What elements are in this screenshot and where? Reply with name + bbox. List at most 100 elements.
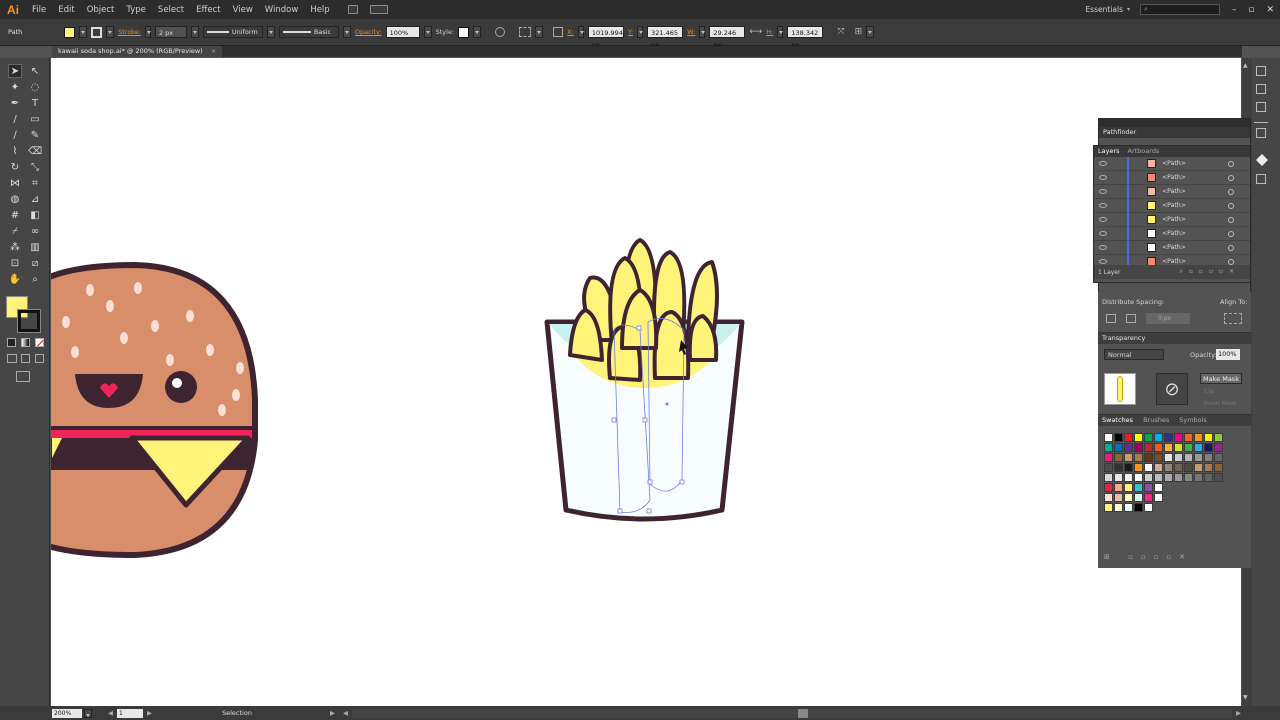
clip-checkbox[interactable]: Clip [1204, 389, 1214, 395]
y-field[interactable]: 321.465 px [647, 26, 684, 49]
color-swatch[interactable] [1214, 433, 1223, 442]
color-swatch[interactable] [1204, 453, 1213, 462]
menu-select[interactable]: Select [152, 5, 190, 15]
color-swatch[interactable] [1214, 473, 1223, 482]
blend-mode-select[interactable]: Normal [1104, 349, 1164, 360]
invert-mask-checkbox[interactable]: Invert Mask [1204, 401, 1236, 407]
color-swatch[interactable] [1134, 453, 1143, 462]
eraser-tool-icon[interactable]: ⌫ [28, 144, 42, 158]
color-swatch[interactable] [1144, 443, 1153, 452]
color-swatch[interactable] [1204, 433, 1213, 442]
color-swatch[interactable] [1144, 493, 1153, 502]
color-swatch[interactable] [1124, 473, 1133, 482]
tab-brushes[interactable]: Brushes [1143, 415, 1169, 426]
color-swatch[interactable] [1204, 463, 1213, 472]
w-field[interactable]: 29.246 px [709, 26, 746, 49]
selection-tool-icon[interactable]: ➤ [8, 64, 22, 78]
bridge-icon[interactable] [347, 5, 358, 14]
scroll-right-icon[interactable]: ▶ [1236, 709, 1241, 717]
zoom-field[interactable]: 200% [52, 708, 82, 718]
color-swatch[interactable] [1114, 453, 1123, 462]
color-swatch[interactable] [1154, 493, 1163, 502]
color-swatch[interactable] [1134, 443, 1143, 452]
previous-artboard-icon[interactable]: ◀ [108, 709, 113, 717]
color-swatch[interactable] [1204, 473, 1213, 482]
color-swatch[interactable] [1214, 453, 1223, 462]
color-swatch[interactable] [1104, 463, 1113, 472]
stroke-dropdown[interactable] [106, 26, 114, 38]
layer-row[interactable]: <Path> [1094, 241, 1250, 255]
menu-effect[interactable]: Effect [190, 5, 226, 15]
color-swatch[interactable] [1154, 463, 1163, 472]
hand-tool-icon[interactable]: ✋ [8, 272, 22, 286]
arrange-documents-icon[interactable] [369, 5, 388, 14]
mesh-tool-icon[interactable]: # [8, 208, 22, 222]
color-swatch[interactable] [1114, 483, 1123, 492]
width-tool-icon[interactable]: ⋈ [8, 176, 22, 190]
visibility-eye-icon[interactable] [1099, 203, 1107, 208]
artboard-tool-icon[interactable]: ⊡ [8, 256, 22, 270]
slice-tool-icon[interactable]: ⧄ [28, 256, 42, 270]
color-swatch[interactable] [1184, 453, 1193, 462]
scale-tool-icon[interactable]: ⤡ [28, 160, 42, 174]
color-swatch[interactable] [1144, 453, 1153, 462]
color-swatch[interactable] [1174, 463, 1183, 472]
color-swatch[interactable] [1124, 443, 1133, 452]
color-swatch[interactable] [1144, 503, 1153, 512]
color-swatch[interactable] [1124, 453, 1133, 462]
color-swatch[interactable] [1104, 503, 1113, 512]
color-swatch[interactable] [1114, 473, 1123, 482]
panel-menu-dropdown[interactable] [866, 26, 875, 38]
pencil-tool-icon[interactable]: ✎ [28, 128, 42, 142]
none-mode-icon[interactable] [35, 338, 44, 347]
target-icon[interactable] [1228, 160, 1234, 167]
menu-type[interactable]: Type [120, 5, 152, 15]
free-transform-tool-icon[interactable]: ⌗ [28, 176, 42, 190]
color-swatch[interactable] [1114, 503, 1123, 512]
column-graph-tool-icon[interactable]: ▥ [28, 240, 42, 254]
paintbrush-tool-icon[interactable]: ∕ [8, 128, 22, 142]
opacity-field[interactable]: 100% [385, 26, 420, 38]
visibility-eye-icon[interactable] [1099, 231, 1107, 236]
style-dropdown[interactable] [473, 26, 482, 38]
color-swatch[interactable] [1134, 433, 1143, 442]
color-swatch[interactable] [1154, 483, 1163, 492]
visibility-eye-icon[interactable] [1099, 245, 1107, 250]
menu-object[interactable]: Object [81, 5, 121, 15]
color-panel-icon[interactable] [1256, 66, 1266, 76]
fill-dropdown[interactable] [79, 26, 87, 38]
align-dropdown[interactable] [535, 26, 544, 38]
layer-row[interactable]: <Path> [1094, 157, 1250, 171]
color-swatch[interactable] [1174, 453, 1183, 462]
color-swatch[interactable] [1194, 453, 1203, 462]
target-icon[interactable] [1228, 174, 1234, 181]
artboards-panel-icon[interactable] [1256, 174, 1266, 184]
color-swatch[interactable] [1174, 433, 1183, 442]
link-proportions-icon[interactable]: ⟷ [749, 27, 762, 37]
isolate-icon[interactable]: ⊞ [855, 27, 863, 37]
stroke-panel-icon[interactable] [1254, 122, 1268, 123]
profile-dropdown[interactable] [266, 26, 275, 38]
h-field[interactable]: 138.342 px [787, 26, 824, 49]
artboard-field[interactable]: 1 [117, 708, 143, 718]
target-icon[interactable] [1228, 258, 1234, 265]
color-swatch[interactable] [1144, 473, 1153, 482]
color-swatch[interactable] [1164, 453, 1173, 462]
tab-swatches[interactable]: Swatches [1102, 415, 1133, 426]
blend-tool-icon[interactable]: ∞ [28, 224, 42, 238]
opacity-dropdown[interactable] [423, 26, 432, 38]
color-mode-icon[interactable] [7, 338, 16, 347]
target-icon[interactable] [1228, 230, 1234, 237]
zoom-tool-icon[interactable]: ⌕ [28, 272, 42, 286]
color-swatch[interactable] [1154, 433, 1163, 442]
color-swatch[interactable] [1154, 443, 1163, 452]
horizontal-scroll-thumb[interactable] [797, 708, 808, 718]
x-stepper[interactable] [577, 26, 584, 38]
color-swatch[interactable] [1194, 463, 1203, 472]
color-swatch[interactable] [1164, 443, 1173, 452]
shape-builder-tool-icon[interactable]: ◍ [8, 192, 22, 206]
color-swatch[interactable] [1114, 463, 1123, 472]
workspace-switcher[interactable]: Essentials [1085, 5, 1123, 14]
swatch-actions-icon[interactable]: ⊞ ▫▫▫▫✕ [1104, 553, 1244, 563]
layers-panel-icon[interactable] [1256, 154, 1268, 166]
